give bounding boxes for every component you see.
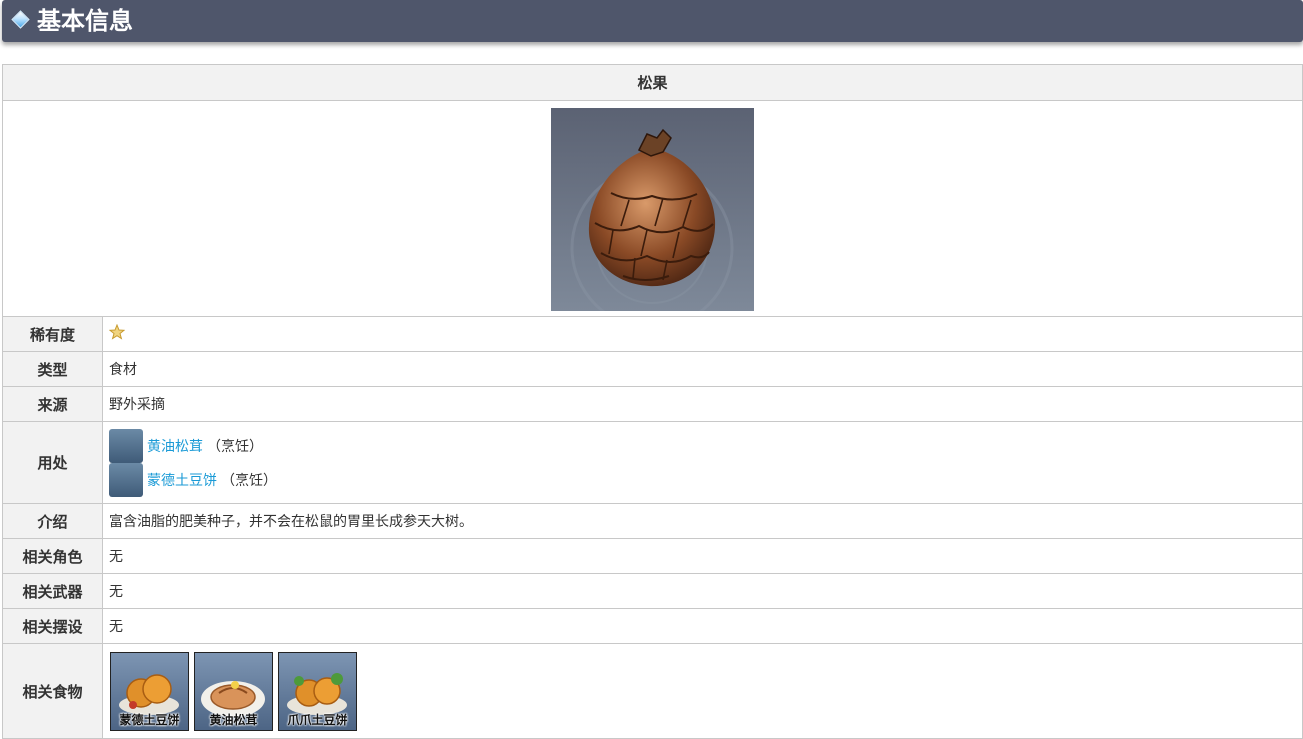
item-image-row	[2, 100, 1303, 330]
type-value: 食材	[102, 351, 1303, 387]
source-label: 来源	[2, 386, 103, 422]
rarity-row: 稀有度	[2, 316, 1303, 352]
section-header: 基本信息	[2, 0, 1303, 42]
usage-label: 用处	[2, 421, 103, 504]
star-icon	[108, 323, 126, 344]
item-name-row: 松果	[2, 64, 1303, 101]
related-weapon-row: 相关武器 无	[2, 573, 1303, 609]
usage-link-potato-pancake[interactable]: 蒙德土豆饼	[147, 470, 217, 490]
food-card-label: 蒙德土豆饼	[119, 712, 180, 727]
related-food-list: 蒙德土豆饼 黄油松茸 爪爪土豆饼	[109, 651, 1296, 731]
usage-row: 用处 黄油松茸 （烹饪） 蒙德土豆饼 （烹饪）	[2, 421, 1303, 504]
intro-label: 介绍	[2, 503, 103, 539]
item-name: 松果	[2, 64, 1303, 101]
related-food-row: 相关食物 蒙德土豆饼 黄油松茸 爪爪土豆饼	[2, 643, 1303, 739]
butter-mushroom-thumbnail[interactable]	[109, 428, 143, 463]
pinecone-image	[551, 108, 754, 330]
related-character-label: 相关角色	[2, 538, 103, 574]
type-row: 类型 食材	[2, 351, 1303, 387]
food-card[interactable]: 蒙德土豆饼	[110, 651, 189, 731]
related-furnishing-value: 无	[102, 608, 1303, 644]
food-card-label: 黄油松茸	[209, 712, 258, 727]
source-value: 野外采摘	[102, 386, 1303, 422]
food-card[interactable]: 黄油松茸	[194, 651, 273, 731]
food-card-label: 爪爪土豆饼	[287, 712, 348, 727]
source-row: 来源 野外采摘	[2, 386, 1303, 422]
item-info-table: 松果 稀有度 类型 食材 来源 野外采摘 用处 黄油松茸 （烹饪） 蒙德土豆饼 …	[2, 64, 1303, 739]
related-food-label: 相关食物	[2, 643, 103, 739]
potato-pancake-thumbnail[interactable]	[109, 462, 143, 497]
related-weapon-label: 相关武器	[2, 573, 103, 609]
usage-link-butter-mushroom[interactable]: 黄油松茸	[147, 436, 203, 456]
food-card[interactable]: 爪爪土豆饼	[278, 651, 357, 731]
intro-row: 介绍 富含油脂的肥美种子，并不会在松鼠的胃里长成参天大树。	[2, 503, 1303, 539]
usage-item: 黄油松茸 （烹饪）	[109, 428, 1296, 463]
related-furnishing-row: 相关摆设 无	[2, 608, 1303, 644]
usage-item: 蒙德土豆饼 （烹饪）	[109, 462, 1296, 497]
intro-value: 富含油脂的肥美种子，并不会在松鼠的胃里长成参天大树。	[102, 503, 1303, 539]
type-label: 类型	[2, 351, 103, 387]
rarity-label: 稀有度	[2, 316, 103, 352]
diamond-icon	[11, 10, 30, 29]
usage-note: （烹饪）	[207, 438, 263, 455]
related-weapon-value: 无	[102, 573, 1303, 609]
related-character-value: 无	[102, 538, 1303, 574]
related-character-row: 相关角色 无	[2, 538, 1303, 574]
section-title: 基本信息	[37, 7, 133, 35]
related-furnishing-label: 相关摆设	[2, 608, 103, 644]
usage-note: （烹饪）	[221, 472, 277, 489]
